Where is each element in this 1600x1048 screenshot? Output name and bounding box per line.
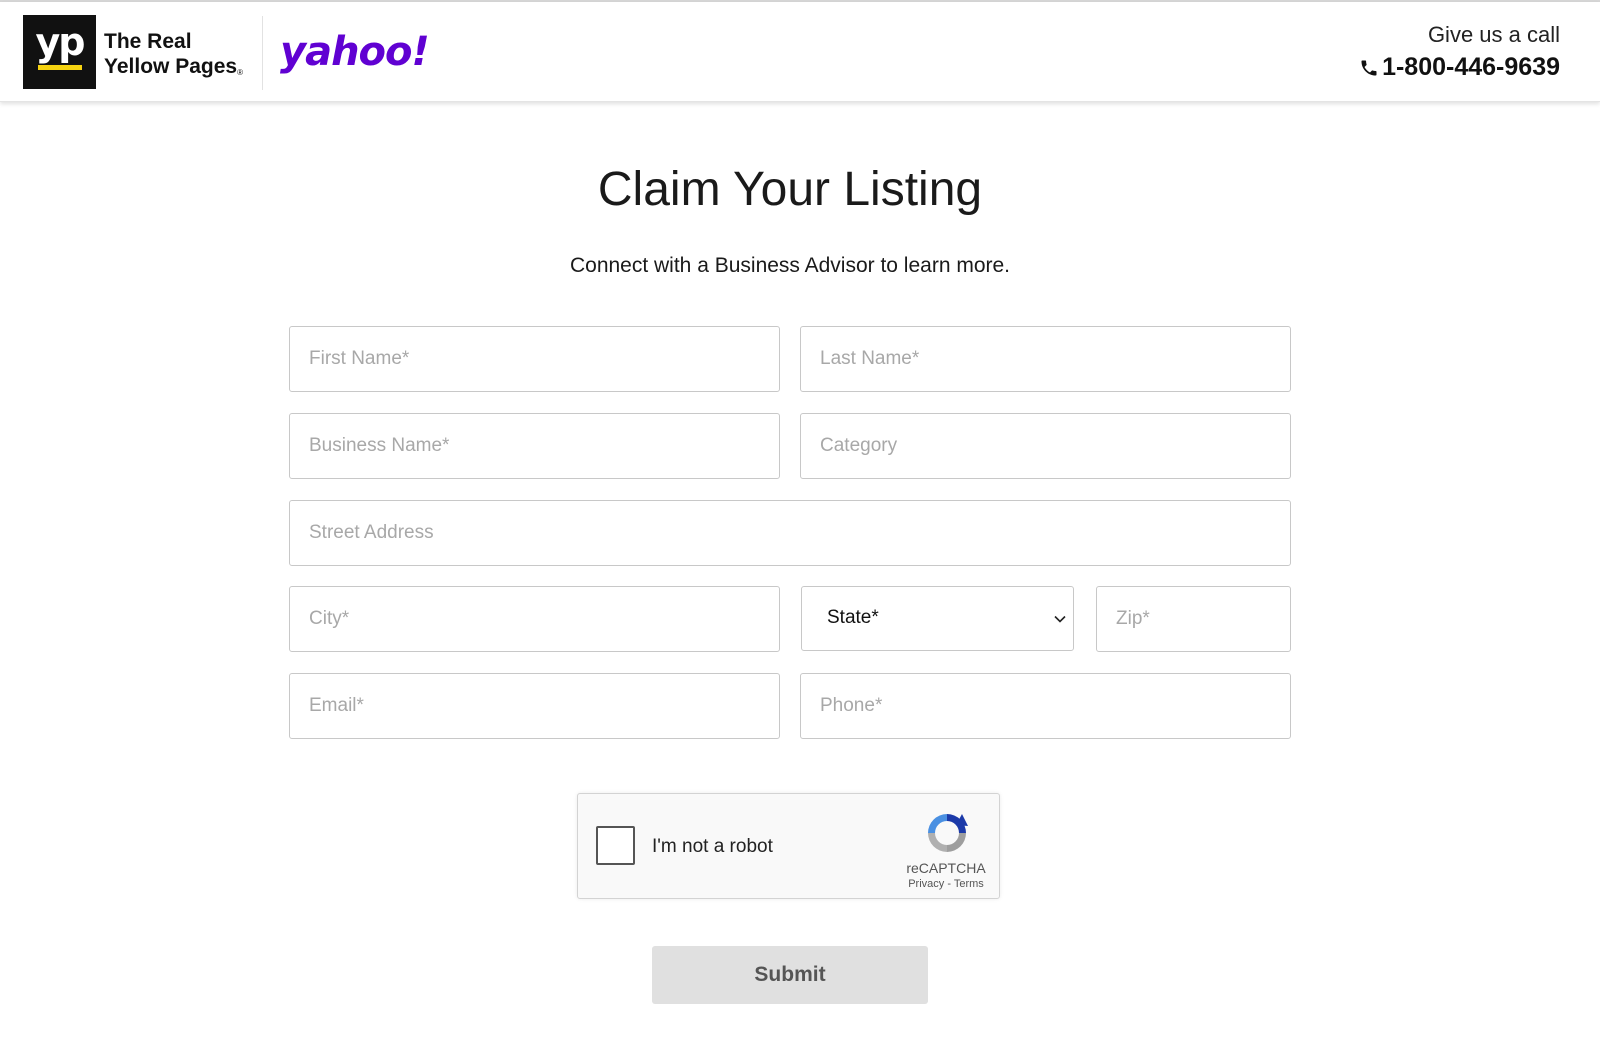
chevron-down-icon (1054, 615, 1066, 623)
email-input[interactable] (289, 673, 780, 739)
yahoo-logo[interactable]: yahoo! (280, 24, 430, 80)
recaptcha-icon (928, 814, 968, 852)
last-name-input[interactable] (800, 326, 1291, 392)
yp-logo-letters: yp (35, 20, 86, 64)
call-number: 1-800-446-9639 (1382, 53, 1560, 81)
recaptcha-checkbox[interactable] (596, 826, 635, 865)
recaptcha-privacy-terms-links[interactable]: Privacy - Terms (896, 878, 996, 890)
page-subtitle: Connect with a Business Advisor to learn… (569, 254, 1011, 277)
page-title: Claim Your Listing (597, 163, 983, 216)
state-select[interactable]: State* (801, 586, 1074, 651)
call-number-link[interactable]: 1-800-446-9639 (1359, 53, 1560, 82)
city-input[interactable] (289, 586, 780, 652)
header-divider (262, 16, 263, 90)
first-name-input[interactable] (289, 326, 780, 392)
recaptcha-label: I'm not a robot (652, 836, 773, 857)
zip-input[interactable] (1096, 586, 1291, 652)
call-label: Give us a call (1427, 22, 1560, 47)
recaptcha-widget: I'm not a robot reCAPTCHA Privacy - Term… (577, 793, 1000, 899)
yp-logo[interactable]: yp (23, 15, 96, 89)
submit-button[interactable]: Submit (652, 946, 928, 1004)
state-select-value: State* (827, 607, 879, 628)
business-name-input[interactable] (289, 413, 780, 479)
brand-registered-mark: ® (237, 68, 243, 77)
phone-input[interactable] (800, 673, 1291, 739)
yp-logo-bar (38, 65, 82, 70)
category-input[interactable] (800, 413, 1291, 479)
phone-icon (1361, 60, 1377, 75)
street-address-input[interactable] (289, 500, 1291, 566)
brand-line-2-wrap: Yellow Pages® (104, 54, 254, 79)
brand-line-1: The Real (104, 30, 192, 53)
recaptcha-brand: reCAPTCHA (906, 860, 986, 876)
brand-line-2: Yellow Pages (104, 55, 238, 78)
yp-brand-name: The Real Yellow Pages® (104, 29, 254, 79)
site-header: yp The Real Yellow Pages® yahoo! Give us… (0, 2, 1600, 102)
